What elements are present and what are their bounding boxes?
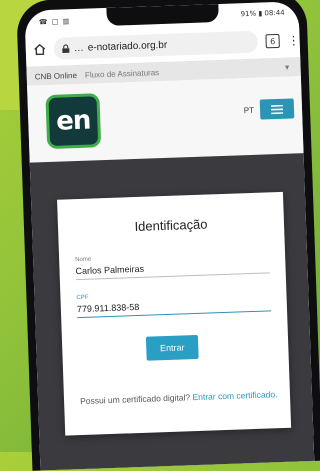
certificate-question: Possui um certificado digital? <box>79 392 191 407</box>
site-header: en PT <box>27 76 304 164</box>
cpf-input[interactable]: 779.911.838-58 <box>76 297 272 319</box>
url-prefix: … <box>73 42 84 54</box>
cpf-field[interactable]: CPF 779.911.838-58 <box>76 288 272 319</box>
card-title: Identificação <box>134 216 208 235</box>
identification-card: Identificação Nome Carlos Palmeiras CPF … <box>57 191 292 436</box>
home-icon[interactable] <box>34 43 46 56</box>
more-menu-icon[interactable]: ⋮ <box>287 33 299 47</box>
status-battery-time: 91% ▮ 08:44 <box>240 8 285 19</box>
certificate-login-link[interactable]: Entrar com certificado. <box>192 389 277 402</box>
address-bar[interactable]: … e-notariado.org.br <box>53 30 259 60</box>
phone-screen: ☎ □ ▥ 91% ▮ 08:44 … e-notariado.org.br 6… <box>24 1 315 471</box>
tabs-count-button[interactable]: 6 <box>265 33 280 49</box>
site-brand[interactable]: CNB Online <box>35 70 78 80</box>
name-field[interactable]: Nome Carlos Palmeiras <box>75 250 270 281</box>
hamburger-icon <box>270 104 284 114</box>
site-section[interactable]: Fluxo de Assinaturas <box>85 68 160 80</box>
logo-text: en <box>55 105 91 137</box>
status-icons-left: ☎ □ ▥ <box>38 17 71 27</box>
certificate-prompt: Possui um certificado digital? Entrar co… <box>80 388 278 408</box>
lock-icon <box>62 43 70 53</box>
phone-frame: ☎ □ ▥ 91% ▮ 08:44 … e-notariado.org.br 6… <box>16 0 320 471</box>
language-selector[interactable]: PT <box>244 106 255 115</box>
hamburger-menu-button[interactable] <box>259 98 295 120</box>
url-text: e-notariado.org.br <box>87 39 168 54</box>
enter-button[interactable]: Entrar <box>145 334 199 361</box>
e-notariado-logo[interactable]: en <box>45 93 102 150</box>
name-input[interactable]: Carlos Palmeiras <box>75 259 270 281</box>
chevron-down-icon[interactable]: ▼ <box>284 64 291 71</box>
